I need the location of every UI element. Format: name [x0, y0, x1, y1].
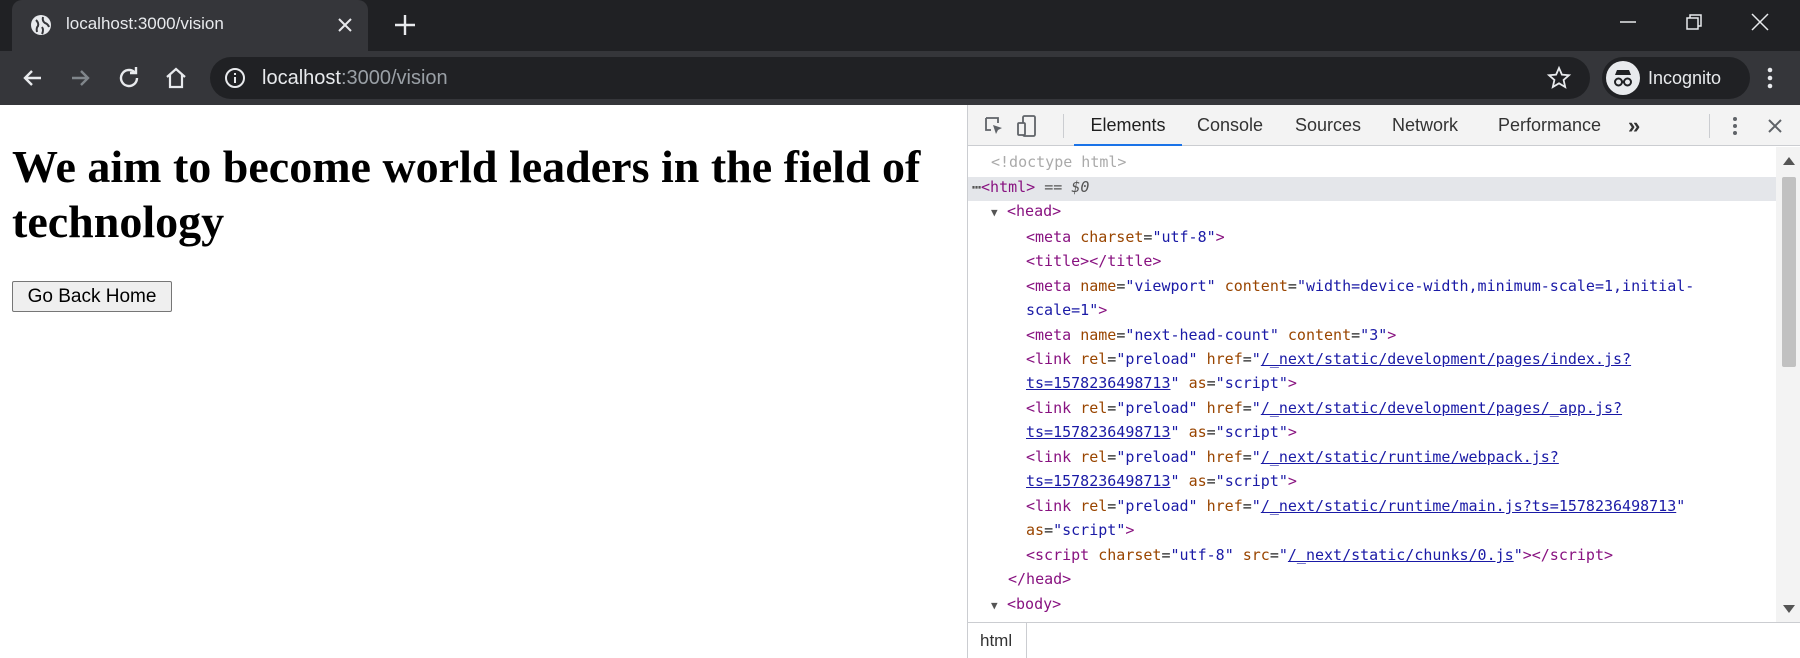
- tab-network[interactable]: Network: [1392, 105, 1458, 146]
- home-icon[interactable]: [162, 64, 190, 92]
- devtools-menu-icon[interactable]: [1723, 114, 1747, 138]
- doctype-text: <!doctype html>: [991, 153, 1127, 171]
- scroll-down-icon[interactable]: [1783, 605, 1795, 613]
- device-toolbar-icon[interactable]: [1015, 114, 1039, 138]
- breadcrumb-item-html[interactable]: html: [978, 623, 1014, 658]
- star-icon[interactable]: [1546, 65, 1572, 91]
- meta-viewport-node[interactable]: <meta name="viewport" content="width=dev…: [1026, 274, 1694, 298]
- maximize-button[interactable]: [1661, 0, 1727, 44]
- devtools-panel: Elements Console Sources Network Perform…: [967, 105, 1800, 658]
- href-link[interactable]: /_next/static/development/pages/index.js…: [1261, 350, 1631, 368]
- link-preload-node[interactable]: <link rel="preload" href="/_next/static/…: [1026, 347, 1631, 371]
- head-node[interactable]: ▼ <head>: [991, 199, 1061, 223]
- doctype-line[interactable]: <!doctype html>: [991, 150, 1126, 174]
- link-preload-node[interactable]: <link rel="preload" href="/_next/static/…: [1026, 396, 1622, 420]
- meta-viewport-wrap: scale=1">: [1026, 301, 1108, 319]
- head-close-node[interactable]: </head>: [1008, 567, 1071, 591]
- incognito-icon: [1606, 61, 1640, 95]
- link-preload-wrap: ts=1578236498713" as="script">: [1026, 423, 1297, 441]
- incognito-label: Incognito: [1648, 68, 1722, 88]
- href-link[interactable]: /_next/static/development/pages/_app.js?: [1261, 399, 1622, 417]
- info-icon[interactable]: [224, 67, 246, 89]
- tab-title: localhost:3000/vision: [66, 14, 224, 33]
- script-node[interactable]: <script charset="utf-8" src="/_next/stat…: [1026, 543, 1613, 567]
- go-back-home-button[interactable]: Go Back Home: [12, 281, 172, 312]
- window-close-button[interactable]: [1727, 0, 1793, 44]
- close-devtools-icon[interactable]: [1763, 114, 1787, 138]
- src-link[interactable]: /_next/static/chunks/0.js: [1288, 546, 1514, 564]
- kebab-menu-icon[interactable]: [1756, 64, 1784, 92]
- more-tabs-icon[interactable]: »: [1628, 105, 1640, 146]
- url-host: localhost: [262, 67, 341, 89]
- minimize-icon: [1620, 21, 1636, 23]
- incognito-profile-button[interactable]: Incognito: [1602, 57, 1750, 99]
- close-icon[interactable]: [334, 14, 356, 36]
- browser-tab[interactable]: localhost:3000/vision: [12, 0, 368, 51]
- toolbar-divider: [1063, 114, 1064, 138]
- link-preload-wrap: ts=1578236498713" as="script">: [1026, 472, 1297, 490]
- address-bar[interactable]: localhost:3000/vision: [210, 57, 1590, 99]
- tab-sources[interactable]: Sources: [1295, 105, 1361, 146]
- inspect-element-icon[interactable]: [982, 114, 1006, 138]
- reload-icon[interactable]: [115, 64, 143, 92]
- toolbar-divider: [1709, 114, 1710, 138]
- scroll-thumb[interactable]: [1782, 177, 1796, 367]
- page-heading: We aim to become world leaders in the fi…: [12, 141, 921, 247]
- html-node[interactable]: ⋯<html> == $0: [972, 175, 1089, 199]
- scroll-up-icon[interactable]: [1783, 157, 1795, 165]
- minimize-button[interactable]: [1595, 0, 1661, 44]
- meta-head-count-node[interactable]: <meta name="next-head-count" content="3"…: [1026, 323, 1396, 347]
- browser-toolbar: localhost:3000/vision Incognito: [0, 51, 1800, 105]
- url-text[interactable]: localhost:3000/vision: [262, 67, 448, 90]
- href-link[interactable]: /_next/static/runtime/webpack.js?: [1261, 448, 1559, 466]
- plus-icon[interactable]: [392, 12, 418, 38]
- back-arrow-icon[interactable]: [19, 64, 47, 92]
- link-preload-node[interactable]: <link rel="preload" href="/_next/static/…: [1026, 494, 1685, 518]
- window-close-icon: [1751, 13, 1769, 31]
- tab-elements[interactable]: Elements: [1074, 105, 1182, 146]
- title-node[interactable]: <title></title>: [1026, 249, 1161, 273]
- breadcrumb-divider: [1026, 623, 1027, 658]
- tab-performance[interactable]: Performance: [1498, 105, 1601, 146]
- maximize-icon: [1686, 14, 1702, 30]
- selected-marker: == $0: [1044, 178, 1090, 196]
- link-preload-wrap: ts=1578236498713" as="script">: [1026, 374, 1297, 392]
- meta-charset-node[interactable]: <meta charset="utf-8">: [1026, 225, 1225, 249]
- tab-console[interactable]: Console: [1197, 105, 1263, 146]
- body-node[interactable]: ▼ <body>: [991, 592, 1061, 616]
- url-path: :3000/vision: [340, 67, 448, 89]
- forward-arrow-icon[interactable]: [66, 64, 94, 92]
- elements-tree[interactable]: <!doctype html> ⋯<html> == $0 ▼ <head> <m…: [968, 147, 1776, 622]
- link-preload-node[interactable]: <link rel="preload" href="/_next/static/…: [1026, 445, 1559, 469]
- href-link[interactable]: /_next/static/runtime/main.js?ts=1578236…: [1261, 497, 1676, 515]
- link-preload-wrap: as="script">: [1026, 521, 1135, 539]
- globe-icon: [31, 15, 51, 35]
- breadcrumb: html: [968, 622, 1800, 658]
- elements-scrollbar[interactable]: [1776, 147, 1800, 622]
- tab-strip: localhost:3000/vision: [0, 0, 1800, 51]
- page-viewport: We aim to become world leaders in the fi…: [0, 105, 967, 658]
- devtools-toolbar: Elements Console Sources Network Perform…: [968, 105, 1800, 146]
